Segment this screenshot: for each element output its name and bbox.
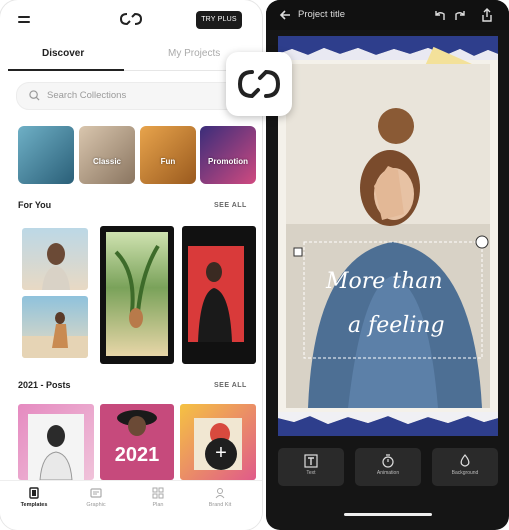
template-thumbnail[interactable] — [22, 228, 88, 290]
collection-card[interactable]: Classic — [79, 126, 135, 184]
redo-icon[interactable] — [454, 8, 468, 22]
try-plus-button[interactable]: TRY PLUS — [196, 11, 242, 29]
editor-topbar: Project title — [266, 0, 509, 30]
menu-icon[interactable] — [18, 16, 30, 26]
template-thumbnail[interactable] — [182, 226, 256, 364]
collection-label: Classic — [92, 157, 122, 166]
collection-card[interactable]: Fun — [140, 126, 196, 184]
drop-icon — [460, 454, 470, 467]
timer-icon — [382, 454, 394, 468]
editor-toolbar: Text Animation Background — [266, 444, 509, 496]
plan-icon — [152, 487, 164, 499]
background-tool-button[interactable]: Background — [432, 448, 498, 486]
templates-icon — [29, 487, 39, 499]
see-all-link[interactable]: SEE ALL — [214, 382, 247, 389]
bottom-navigation: Templates Graphic Plan Brand Kit — [0, 480, 262, 530]
search-placeholder: Search Collections — [47, 90, 127, 101]
editor-screen: Project title More than a feeling Text A… — [266, 0, 509, 530]
section-title-posts: 2021 - Posts — [18, 380, 71, 390]
nav-item-plan[interactable]: Plan — [134, 487, 182, 508]
discover-screen: TRY PLUS Discover My Projects Search Col… — [0, 0, 262, 530]
tab-my-projects[interactable]: My Projects — [168, 48, 220, 59]
add-button[interactable]: + — [205, 438, 237, 470]
template-thumbnail[interactable]: 2021 — [100, 404, 174, 480]
canvas-script-text[interactable]: More than — [325, 269, 443, 294]
text-icon — [304, 454, 318, 468]
search-input[interactable]: Search Collections — [16, 82, 250, 110]
design-canvas[interactable]: More than a feeling — [278, 36, 498, 436]
brand-kit-icon — [215, 488, 225, 499]
project-title[interactable]: Project title — [298, 9, 345, 20]
nav-item-brand-kit[interactable]: Brand Kit — [196, 487, 244, 508]
text-tool-button[interactable]: Text — [278, 448, 344, 486]
app-logo-icon — [237, 69, 281, 99]
search-icon — [29, 90, 40, 101]
design-artwork: More than a feeling — [278, 36, 498, 436]
graphic-icon — [90, 488, 102, 498]
collection-label: Fun — [160, 157, 176, 166]
app-logo-icon — [119, 12, 143, 26]
section-title-for-you: For You — [18, 200, 52, 210]
home-indicator — [344, 513, 432, 516]
poster-year-text: 2021 — [114, 444, 160, 466]
see-all-link[interactable]: SEE ALL — [214, 202, 247, 209]
collection-card[interactable]: Promotion — [200, 126, 256, 184]
canvas-script-text[interactable]: a feeling — [348, 313, 445, 338]
template-thumbnail[interactable] — [100, 226, 174, 364]
share-icon[interactable] — [480, 8, 494, 22]
collection-label: Promotion — [208, 157, 248, 166]
template-thumbnail[interactable] — [22, 296, 88, 358]
back-arrow-icon[interactable] — [278, 8, 292, 22]
tab-discover[interactable]: Discover — [42, 48, 84, 59]
nav-item-graphic[interactable]: Graphic — [72, 487, 120, 508]
nav-item-templates[interactable]: Templates — [10, 487, 58, 508]
animation-tool-button[interactable]: Animation — [355, 448, 421, 486]
collection-card[interactable] — [18, 126, 74, 184]
tab-indicator — [8, 69, 124, 71]
undo-icon[interactable] — [432, 8, 446, 22]
app-logo-badge — [226, 52, 292, 116]
template-thumbnail[interactable] — [18, 404, 94, 480]
